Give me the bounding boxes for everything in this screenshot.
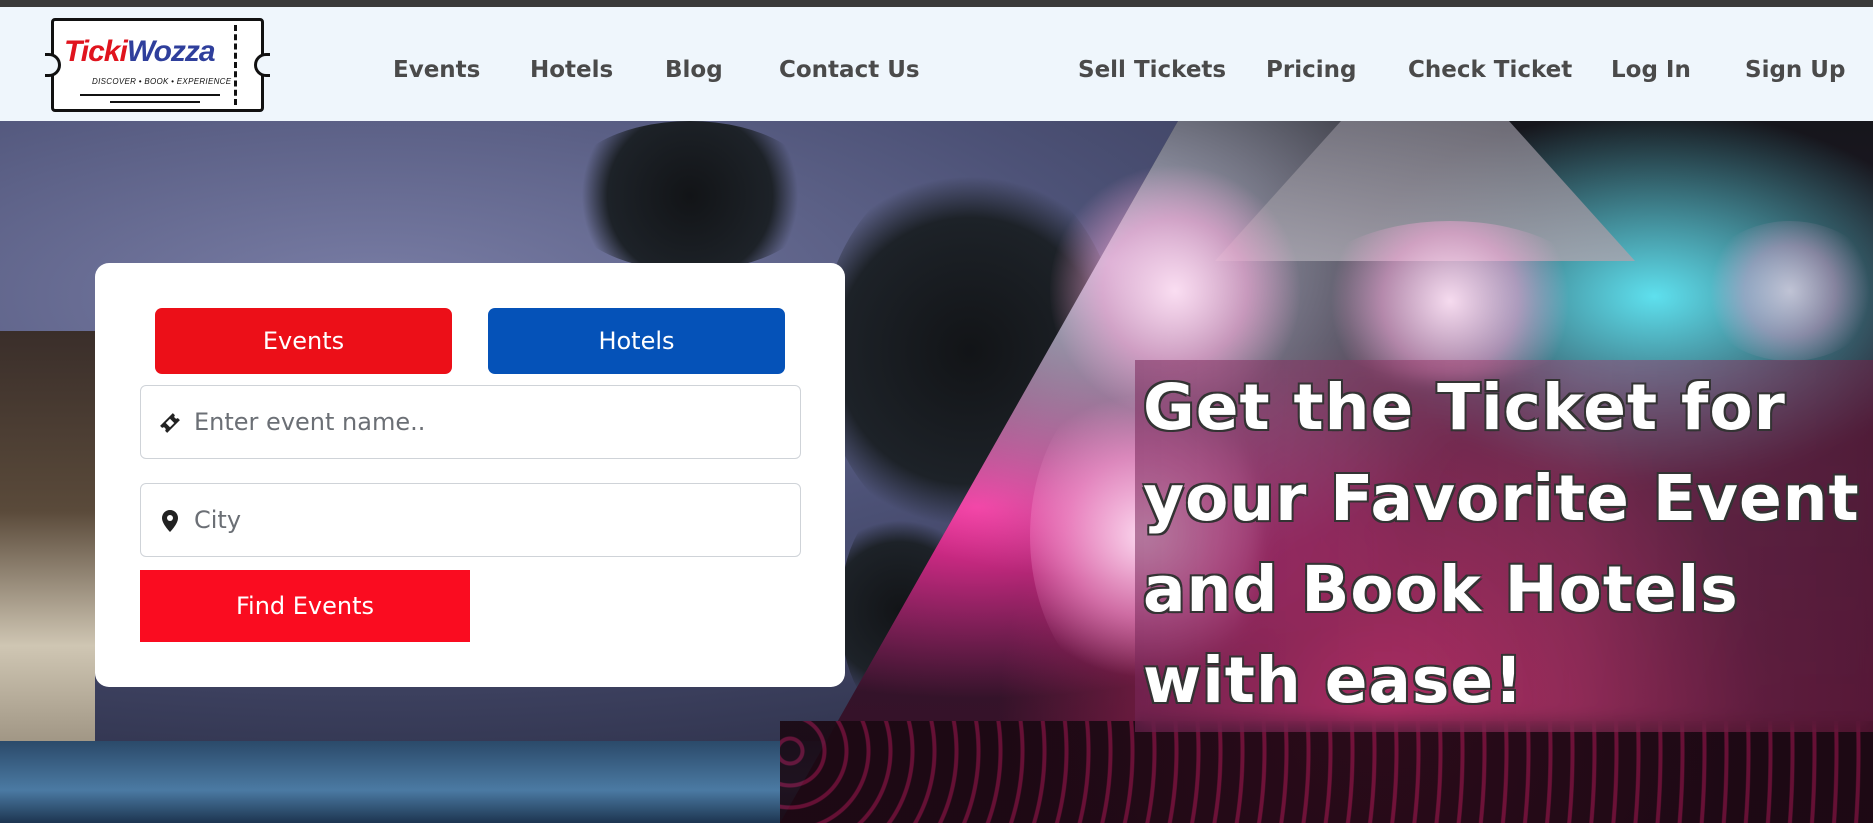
find-events-button[interactable]: Find Events	[140, 570, 470, 642]
palm-tree-image	[560, 121, 820, 271]
hero-pool-image	[0, 741, 900, 823]
nav-pricing[interactable]: Pricing	[1266, 57, 1356, 83]
logo-underline	[80, 94, 220, 96]
search-card: Events Hotels Find Events	[95, 263, 845, 687]
nav-sell-tickets[interactable]: Sell Tickets	[1078, 57, 1226, 83]
logo-notch-left	[45, 53, 61, 77]
nav-log-in[interactable]: Log In	[1611, 57, 1691, 83]
nav-hotels[interactable]: Hotels	[530, 57, 613, 83]
nav-blog[interactable]: Blog	[665, 57, 723, 83]
logo[interactable]: TickiWozza DISCOVER • BOOK • EXPERIENCE	[45, 18, 270, 112]
tab-events[interactable]: Events	[155, 308, 452, 374]
nav-sign-up[interactable]: Sign Up	[1745, 57, 1845, 83]
tab-hotels[interactable]: Hotels	[488, 308, 785, 374]
logo-brand: TickiWozza	[64, 35, 216, 69]
nav-contact-us[interactable]: Contact Us	[779, 57, 920, 83]
logo-notch-right	[254, 53, 270, 77]
city-input[interactable]	[194, 484, 794, 556]
logo-brand-part1: Ticki	[64, 35, 128, 68]
logo-perforation	[234, 25, 237, 105]
hero-crowd	[780, 721, 1873, 823]
logo-underline	[110, 101, 200, 103]
stage-smoke	[1300, 221, 1600, 381]
city-field	[140, 483, 801, 557]
nav-check-ticket[interactable]: Check Ticket	[1408, 57, 1572, 83]
stage-smoke	[1700, 221, 1873, 361]
hero-resort-building	[0, 331, 95, 781]
ticket-icon	[157, 410, 183, 436]
site-header: TickiWozza DISCOVER • BOOK • EXPERIENCE …	[0, 7, 1873, 121]
hero-headline: Get the Ticket for your Favorite Event a…	[1143, 371, 1860, 717]
top-border	[0, 0, 1873, 7]
event-name-field	[140, 385, 801, 459]
map-pin-icon	[157, 508, 183, 534]
nav-events[interactable]: Events	[393, 57, 480, 83]
event-name-input[interactable]	[194, 386, 794, 458]
logo-brand-part2: Wozza	[126, 35, 216, 68]
logo-tagline: DISCOVER • BOOK • EXPERIENCE	[92, 77, 232, 86]
